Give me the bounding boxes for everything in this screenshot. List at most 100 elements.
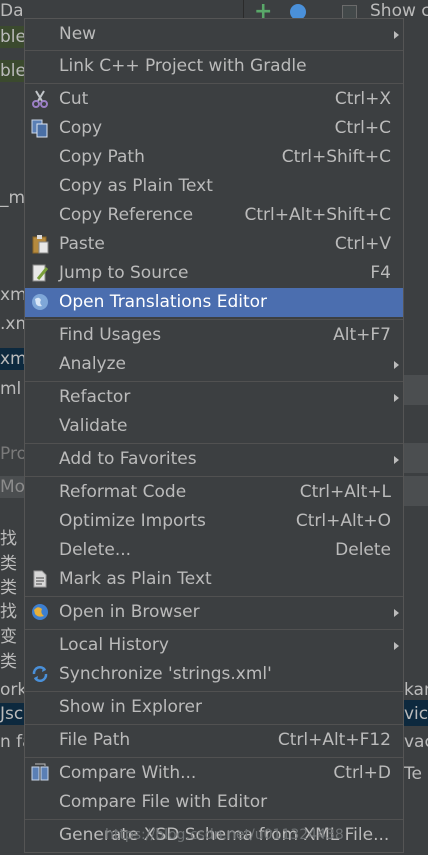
menu-separator xyxy=(25,319,403,320)
menu-item-label: Mark as Plain Text xyxy=(59,569,212,589)
editor-row-strip xyxy=(404,476,428,506)
menu-separator xyxy=(25,50,403,51)
menu-item-label: Add to Favorites xyxy=(59,449,197,469)
menu-item-find-usages[interactable]: Find Usages Alt+F7 xyxy=(25,321,403,350)
menu-item-analyze[interactable]: Analyze xyxy=(25,350,403,379)
menu-item-add-to-favorites[interactable]: Add to Favorites xyxy=(25,445,403,474)
menu-item-shortcut: Ctrl+Alt+O xyxy=(295,511,391,531)
menu-item-jump-to-source[interactable]: Jump to Source F4 xyxy=(25,259,403,288)
menu-separator xyxy=(25,691,403,692)
menu-item-reformat-code[interactable]: Reformat Code Ctrl+Alt+L xyxy=(25,478,403,507)
tree-node-fragment[interactable]: Proj xyxy=(0,443,24,465)
menu-item-label: Link C++ Project with Gradle xyxy=(59,56,307,76)
menu-item-new[interactable]: New xyxy=(25,20,403,49)
tree-node-fragment[interactable]: ml xyxy=(0,378,21,400)
tree-node-fragment[interactable]: .xm xyxy=(0,313,24,335)
menu-item-copy-path[interactable]: Copy Path Ctrl+Shift+C xyxy=(25,143,403,172)
tree-node-fragment[interactable]: _m xyxy=(0,187,24,209)
tree-node-fragment[interactable]: Dao xyxy=(0,0,24,22)
menu-item-label: Optimize Imports xyxy=(59,511,206,531)
editor-row-strip xyxy=(404,375,428,405)
menu-item-open-in-browser[interactable]: Open in Browser xyxy=(25,598,403,627)
menu-separator xyxy=(25,443,403,444)
tree-node-fragment[interactable]: 类 xyxy=(0,651,17,673)
menu-item-validate[interactable]: Validate xyxy=(25,412,403,441)
editor-row-strip xyxy=(404,413,428,443)
menu-item-paste[interactable]: Paste Ctrl+V xyxy=(25,230,403,259)
tree-node-fragment[interactable]: ble. xyxy=(0,26,24,48)
menu-item-label: Refactor xyxy=(59,387,131,407)
tree-node-fragment[interactable]: 类 xyxy=(0,553,17,575)
editor-text-fragment: kam xyxy=(404,680,428,700)
menu-item-link-c-project-with-gradle[interactable]: Link C++ Project with Gradle xyxy=(25,52,403,81)
menu-item-label: Reformat Code xyxy=(59,482,187,502)
menu-item-label: Jump to Source xyxy=(59,263,189,283)
tree-node-fragment[interactable]: xm xyxy=(0,348,24,370)
menu-item-cut[interactable]: Cut Ctrl+X xyxy=(25,85,403,114)
menu-item-local-history[interactable]: Local History xyxy=(25,631,403,660)
menu-item-label: Validate xyxy=(59,416,128,436)
submenu-arrow-icon xyxy=(394,642,399,650)
tree-node-fragment[interactable]: ble. xyxy=(0,60,24,82)
menu-item-label: Delete... xyxy=(59,540,132,560)
menu-item-label: Show in Explorer xyxy=(59,697,202,717)
submenu-arrow-icon xyxy=(394,394,399,402)
menu-item-shortcut: Ctrl+D xyxy=(333,763,391,783)
menu-separator xyxy=(25,757,403,758)
menu-item-copy-reference[interactable]: Copy Reference Ctrl+Alt+Shift+C xyxy=(25,201,403,230)
tree-node-fragment[interactable]: ork xyxy=(0,679,24,701)
menu-item-label: Compare With... xyxy=(59,763,197,783)
menu-item-synchronize-strings-xml[interactable]: Synchronize 'strings.xml' xyxy=(25,660,403,689)
menu-item-label: File Path xyxy=(59,730,131,750)
menu-separator xyxy=(25,381,403,382)
tree-node-fragment[interactable]: 类 xyxy=(0,577,17,599)
editor-panel-right: kam vice vac Te xyxy=(404,0,428,855)
menu-item-shortcut: Ctrl+C xyxy=(334,118,391,138)
menu-item-label: Cut xyxy=(59,89,89,109)
menu-item-label: New xyxy=(59,24,97,44)
tree-node-fragment[interactable]: Mod xyxy=(0,476,24,498)
menu-item-file-path[interactable]: File Path Ctrl+Alt+F12 xyxy=(25,726,403,755)
tree-node-fragment[interactable]: 找 xyxy=(0,528,17,550)
watermark: https://blog.csdn.net/u011324438 xyxy=(105,827,344,843)
menu-item-label: Paste xyxy=(59,234,105,254)
copy-icon xyxy=(30,118,50,138)
editor-text-fragment: vac xyxy=(404,732,428,752)
menu-item-label: Copy as Plain Text xyxy=(59,176,213,196)
tree-node-fragment[interactable]: 找 xyxy=(0,601,17,623)
project-panel-left: Daoble.ble._mxml.xmxmmlProjMod找类类找变类orkJ… xyxy=(0,0,24,855)
compare-icon xyxy=(30,763,50,783)
menu-item-label: Copy xyxy=(59,118,103,138)
menu-item-label: Open in Browser xyxy=(59,602,200,622)
menu-item-label: Local History xyxy=(59,635,169,655)
menu-item-delete[interactable]: Delete... Delete xyxy=(25,536,403,565)
submenu-arrow-icon xyxy=(394,361,399,369)
tree-node-fragment[interactable]: 变 xyxy=(0,626,17,648)
tree-node-fragment[interactable]: Jsc xyxy=(0,703,24,725)
edit-icon xyxy=(30,263,50,283)
editor-row-strip xyxy=(404,443,428,473)
menu-item-shortcut: Ctrl+X xyxy=(334,89,391,109)
menu-item-mark-as-plain-text[interactable]: Mark as Plain Text xyxy=(25,565,403,594)
editor-text-fragment: Te xyxy=(404,764,422,784)
menu-separator xyxy=(25,476,403,477)
editor-text-fragment: vice xyxy=(404,704,428,724)
context-menu: New Link C++ Project with Gradle Cut Ctrl+X… xyxy=(24,18,404,853)
globe-icon xyxy=(30,292,50,312)
submenu-arrow-icon xyxy=(394,31,399,39)
menu-item-compare-file-with-editor[interactable]: Compare File with Editor xyxy=(25,788,403,817)
submenu-arrow-icon xyxy=(394,609,399,617)
tree-node-fragment[interactable]: n fa xyxy=(0,731,24,753)
menu-item-copy-as-plain-text[interactable]: Copy as Plain Text xyxy=(25,172,403,201)
tree-node-fragment[interactable]: xml xyxy=(0,284,24,306)
menu-item-copy[interactable]: Copy Ctrl+C xyxy=(25,114,403,143)
menu-item-shortcut: F4 xyxy=(370,263,391,283)
menu-item-open-translations-editor[interactable]: Open Translations Editor xyxy=(25,288,403,317)
menu-item-label: Find Usages xyxy=(59,325,162,345)
menu-item-refactor[interactable]: Refactor xyxy=(25,383,403,412)
menu-item-optimize-imports[interactable]: Optimize Imports Ctrl+Alt+O xyxy=(25,507,403,536)
menu-item-label: Compare File with Editor xyxy=(59,792,268,812)
menu-item-shortcut: Ctrl+V xyxy=(334,234,391,254)
menu-item-compare-with[interactable]: Compare With... Ctrl+D xyxy=(25,759,403,788)
menu-item-show-in-explorer[interactable]: Show in Explorer xyxy=(25,693,403,722)
